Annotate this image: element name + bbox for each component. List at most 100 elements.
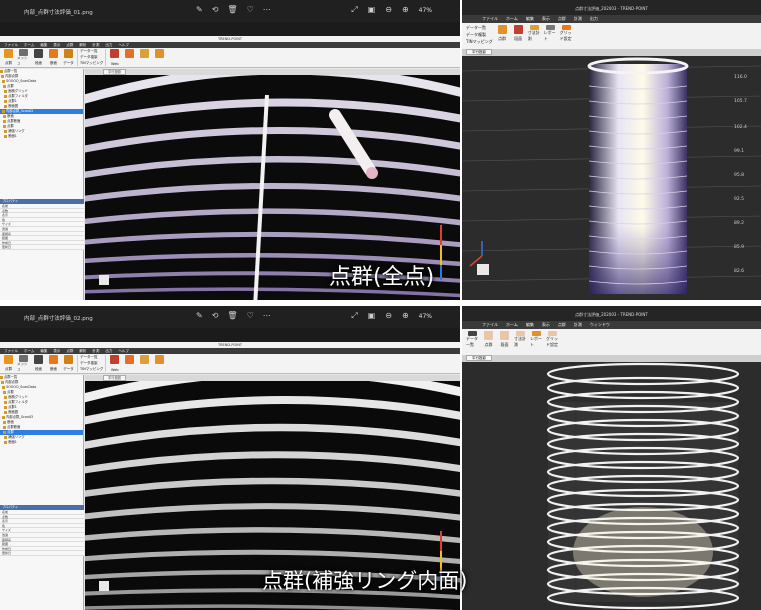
ribbon-label: 断面 — [50, 367, 57, 371]
ribbon-button[interactable]: 点群 — [2, 355, 15, 372]
menu-item[interactable]: ホーム — [506, 15, 518, 23]
fit-icon[interactable]: ▣ — [368, 5, 376, 15]
ribbon-button[interactable]: Web — [108, 49, 121, 66]
properties-panel: プロパティ 名前 点数 表示 色 サイズ 透過 座標系 範囲 作成日 更新日 — [0, 199, 84, 250]
ribbon-button[interactable]: 段面 — [512, 25, 525, 42]
ribbon-button[interactable]: Web — [108, 355, 121, 372]
tree-item[interactable]: 断面1 — [0, 134, 83, 139]
property-row: 更新日 — [0, 245, 84, 250]
ribbon-button[interactable] — [153, 49, 166, 66]
menu-item[interactable]: ホーム — [506, 321, 518, 329]
delete-icon[interactable]: 🗑 — [227, 311, 237, 320]
ribbon-group-item[interactable]: TINマッピング — [80, 61, 103, 66]
ribbon-button[interactable]: メッシュ — [17, 49, 30, 66]
ribbon-button[interactable]: データ一覧 — [466, 331, 479, 348]
zoom-out-icon[interactable]: ⊖ — [385, 5, 392, 15]
menu-item[interactable]: 表示 — [542, 321, 550, 329]
3d-viewport[interactable]: 116.0 105.7 102.4 99.1 95.8 92.5 89.2 85… — [462, 56, 761, 300]
rotate-icon[interactable]: ⟲ — [212, 5, 219, 14]
zoom-in-icon[interactable]: ⊕ — [402, 5, 409, 15]
zoom-out-icon[interactable]: ⊖ — [385, 311, 392, 321]
heart-icon[interactable]: ♡ — [247, 5, 254, 14]
cut-icon — [49, 49, 58, 58]
ribbon-button[interactable]: グリッド設定 — [546, 331, 559, 348]
ribbon-button[interactable]: 点群 — [2, 49, 15, 66]
ribbon-button[interactable]: レポート — [544, 25, 557, 42]
menu-item[interactable]: 計測 — [574, 321, 582, 329]
folder-icon — [4, 410, 8, 414]
ribbon-button[interactable] — [138, 355, 151, 372]
expand-icon[interactable]: ⤢ — [351, 311, 357, 321]
ribbon-label: データ — [63, 61, 74, 65]
ribbon-button[interactable]: 寸法計測 — [514, 331, 527, 348]
mesh-icon — [19, 49, 28, 56]
ribbon-button[interactable]: レポート — [530, 331, 543, 348]
ribbon-group-item[interactable]: TINマッピング — [466, 39, 493, 45]
ribbon-label: 段面 — [514, 36, 523, 41]
folder-icon — [0, 375, 3, 379]
menu-item[interactable]: 点群 — [558, 321, 566, 329]
ribbon-button[interactable]: データ — [62, 49, 75, 66]
menu-item[interactable]: 編集 — [526, 15, 534, 23]
app-window-right-top: 点群寸法評価_202003 - TREND-POINT ファイル ホーム 編集 … — [462, 0, 761, 300]
folder-icon — [3, 430, 7, 434]
ribbon-group-item[interactable]: データ複製 — [80, 55, 103, 60]
menu-item[interactable]: 出力 — [590, 15, 598, 23]
heart-icon[interactable]: ♡ — [247, 311, 254, 320]
ribbon-group-item[interactable]: データ一覧 — [80, 355, 103, 360]
menu-item[interactable]: ファイル — [482, 321, 498, 329]
measure-icon — [125, 49, 135, 58]
tree-item[interactable]: 断面1 — [0, 440, 83, 445]
expand-icon[interactable]: ⤢ — [351, 5, 357, 15]
ribbon-button[interactable] — [153, 355, 166, 372]
ribbon-button[interactable] — [123, 355, 136, 372]
property-row: 更新日 — [0, 551, 84, 556]
ribbon-button[interactable] — [123, 49, 136, 66]
ribbon-group-item[interactable]: データ一覧 — [80, 49, 103, 54]
mesh-icon — [19, 355, 28, 362]
more-icon[interactable]: ⋯ — [263, 311, 271, 320]
ribbon-button[interactable]: グリッド設定 — [560, 25, 573, 42]
ribbon-button[interactable]: メッシュ — [17, 355, 30, 372]
more-icon[interactable]: ⋯ — [263, 5, 271, 14]
report-icon — [140, 355, 150, 364]
menu-item[interactable]: ファイル — [482, 15, 498, 23]
axis-label: 95.8 — [734, 172, 744, 178]
menu-item[interactable]: 表示 — [542, 15, 550, 23]
ribbon-group-item[interactable]: データ複製 — [466, 32, 493, 38]
view-tab[interactable]: 平行投影 — [462, 355, 761, 362]
ribbon-button[interactable]: 点群 — [496, 25, 509, 42]
delete-icon[interactable]: 🗑 — [227, 5, 237, 14]
app-window: 点群寸法評価_202003 - TREND-POINT ファイル ホーム 編集 … — [462, 306, 761, 610]
view-tab[interactable]: 平行投影 — [462, 49, 761, 56]
edit-icon[interactable]: ✎ — [196, 5, 203, 14]
ribbon-button[interactable]: 段面 — [498, 331, 511, 348]
folder-icon — [1, 380, 5, 384]
ribbon-button[interactable]: 寸法計測 — [528, 25, 541, 42]
menu-item[interactable]: 編集 — [526, 321, 534, 329]
caption-bottom: 点群(補強リング内面) — [262, 569, 468, 593]
ribbon-button[interactable]: 段面 — [32, 49, 45, 66]
ribbon-button[interactable]: データ — [62, 355, 75, 372]
app-ribbon: 点群 メッシュ 段面 断面 データ データ一覧 データ複製 TINマッピング W… — [0, 48, 460, 68]
ribbon-group-item[interactable]: データ複製 — [80, 361, 103, 366]
fit-icon[interactable]: ▣ — [368, 311, 376, 321]
ribbon-label: 点群 — [5, 367, 12, 371]
folder-icon — [4, 129, 8, 133]
edit-icon[interactable]: ✎ — [196, 311, 203, 320]
ribbon-label: Web — [110, 62, 119, 66]
ribbon-button[interactable] — [138, 49, 151, 66]
ribbon-button[interactable]: 断面 — [47, 49, 60, 66]
ribbon-group-item[interactable]: データ一覧 — [466, 25, 493, 31]
app-menubar: ファイル ホーム 編集 表示 点群 計測 ウィンドウ — [462, 321, 761, 329]
ribbon-button[interactable]: 断面 — [47, 355, 60, 372]
menu-item[interactable]: 計測 — [574, 15, 582, 23]
ribbon-group-item[interactable]: TINマッピング — [80, 367, 103, 372]
rotate-icon[interactable]: ⟲ — [212, 311, 219, 320]
zoom-in-icon[interactable]: ⊕ — [402, 311, 409, 321]
3d-viewport[interactable] — [462, 362, 761, 610]
ribbon-button[interactable]: 段面 — [32, 355, 45, 372]
ribbon-button[interactable]: 点群 — [482, 331, 495, 348]
menu-item[interactable]: ウィンドウ — [590, 321, 610, 329]
menu-item[interactable]: 点群 — [558, 15, 566, 23]
